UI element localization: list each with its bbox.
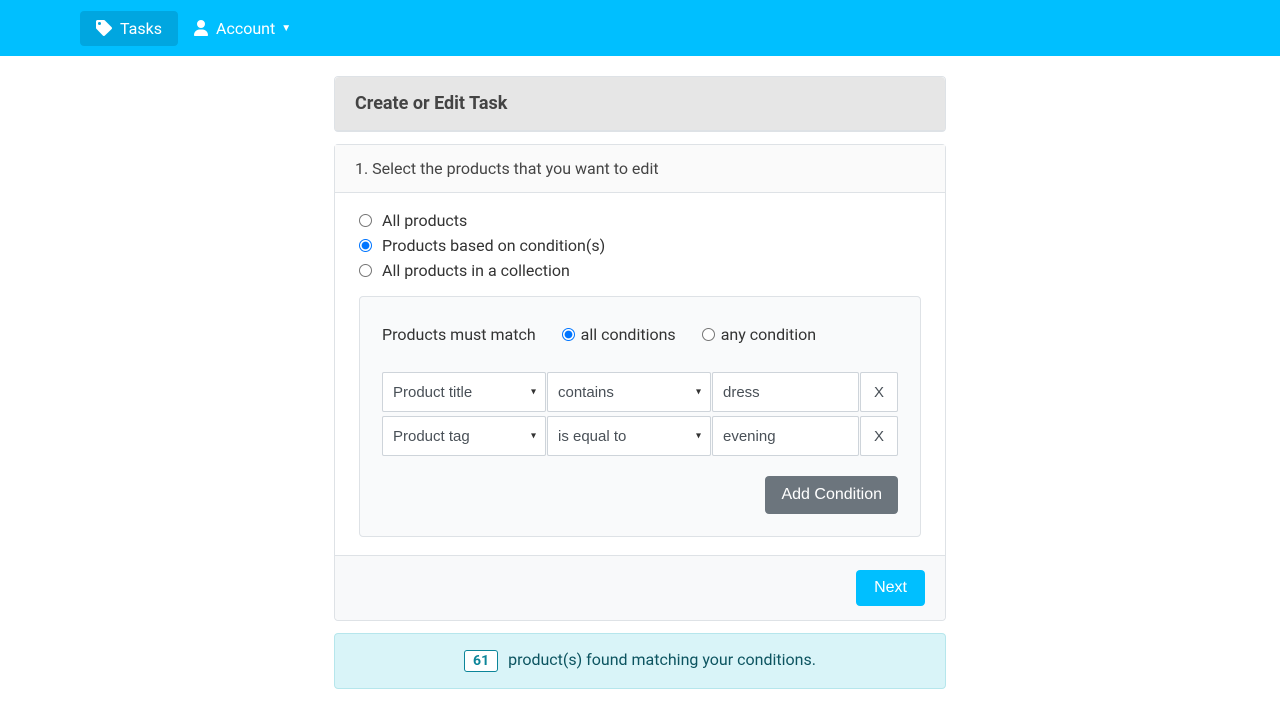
tag-icon bbox=[96, 20, 112, 36]
match-any-label: any condition bbox=[721, 325, 816, 344]
radio-collection[interactable]: All products in a collection bbox=[359, 261, 921, 280]
scope-radios: All products Products based on condition… bbox=[359, 211, 921, 280]
radio-conditions-label: Products based on condition(s) bbox=[382, 236, 605, 255]
condition-row-0: Product title contains X bbox=[382, 372, 898, 412]
remove-condition-0[interactable]: X bbox=[860, 372, 898, 412]
next-button[interactable]: Next bbox=[856, 570, 925, 606]
nav-tasks[interactable]: Tasks bbox=[80, 11, 178, 46]
chevron-down-icon: ▼ bbox=[281, 23, 291, 34]
results-count: 61 bbox=[464, 650, 498, 672]
step-title: 1. Select the products that you want to … bbox=[335, 145, 945, 193]
radio-all-products-input[interactable] bbox=[359, 214, 372, 227]
match-all-label: all conditions bbox=[581, 325, 676, 344]
card-footer: Next bbox=[335, 555, 945, 620]
remove-condition-1[interactable]: X bbox=[860, 416, 898, 456]
results-text: product(s) found matching your condition… bbox=[508, 650, 816, 669]
nav-account[interactable]: Account ▼ bbox=[178, 11, 307, 46]
match-all-input[interactable] bbox=[562, 328, 575, 341]
nav-account-label: Account bbox=[216, 19, 275, 38]
conditions-panel: Products must match all conditions any c… bbox=[359, 296, 921, 537]
navbar: Tasks Account ▼ bbox=[0, 0, 1280, 56]
match-any-input[interactable] bbox=[702, 328, 715, 341]
step-card: 1. Select the products that you want to … bbox=[334, 144, 946, 621]
results-alert: 61 product(s) found matching your condit… bbox=[334, 633, 946, 689]
task-card: Create or Edit Task bbox=[334, 76, 946, 132]
radio-conditions-input[interactable] bbox=[359, 239, 372, 252]
value-input-1[interactable] bbox=[712, 416, 859, 456]
value-input-0[interactable] bbox=[712, 372, 859, 412]
add-condition-button[interactable]: Add Condition bbox=[765, 476, 898, 514]
radio-all-products[interactable]: All products bbox=[359, 211, 921, 230]
field-select-1[interactable]: Product tag bbox=[382, 416, 546, 456]
operator-select-0[interactable]: contains bbox=[547, 372, 711, 412]
operator-select-1[interactable]: is equal to bbox=[547, 416, 711, 456]
nav-tasks-label: Tasks bbox=[120, 19, 162, 38]
match-label: Products must match bbox=[382, 325, 536, 344]
field-select-0[interactable]: Product title bbox=[382, 372, 546, 412]
user-icon bbox=[194, 20, 208, 36]
radio-collection-label: All products in a collection bbox=[382, 261, 570, 280]
card-title: Create or Edit Task bbox=[335, 77, 945, 131]
match-all[interactable]: all conditions bbox=[562, 325, 676, 344]
match-any[interactable]: any condition bbox=[702, 325, 816, 344]
radio-all-products-label: All products bbox=[382, 211, 467, 230]
radio-conditions[interactable]: Products based on condition(s) bbox=[359, 236, 921, 255]
condition-row-1: Product tag is equal to X bbox=[382, 416, 898, 456]
radio-collection-input[interactable] bbox=[359, 264, 372, 277]
